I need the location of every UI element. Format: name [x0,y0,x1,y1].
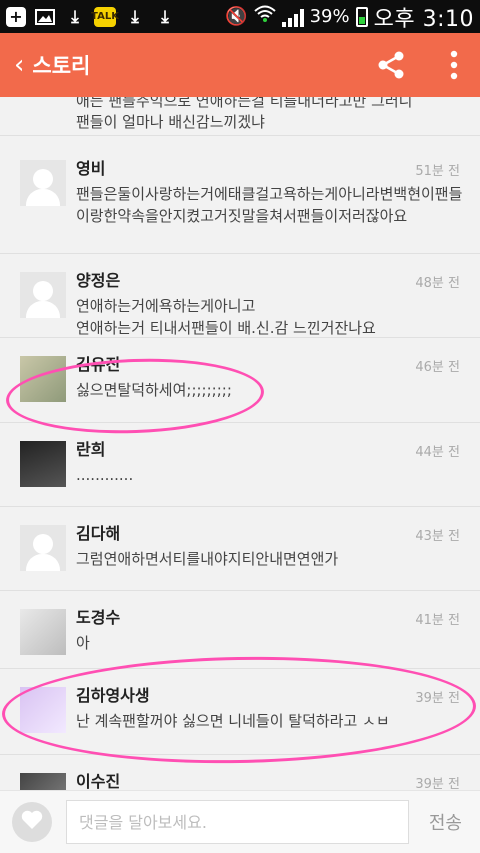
share-icon[interactable] [376,50,406,80]
comment-time: 41분 전 [415,613,460,628]
comment-item: 이수진 39분 전 [0,755,480,790]
wifi-icon [253,5,276,28]
notification-icons: + ⤓ TALK ⤓ ⤓ [6,6,176,28]
comment-author[interactable]: 도경수 [76,607,464,629]
comment-time: 51분 전 [415,164,460,179]
comment-input-bar: 전송 [0,790,480,853]
signal-icon [281,7,304,27]
download-icon: ⤓ [161,6,169,27]
comment-text: 싫으면탈덕하세여;;;;;;;;; [76,381,232,399]
status-bar: + ⤓ TALK ⤓ ⤓ 🔇 39% 오후 3:10 [0,0,480,33]
app-bar: ‹ 스토리 [0,33,480,97]
more-vert-icon[interactable] [450,50,458,80]
app-bar-actions [376,50,458,80]
comment-author[interactable]: 김하영사생 [76,685,464,707]
avatar[interactable] [20,441,66,487]
system-status: 🔇 39% 오후 3:10 [225,1,474,33]
comment-input[interactable] [66,800,409,844]
download-icon: ⤓ [131,6,139,27]
comment-text: 팬들은둘이사랑하는거에태클걸고욕하는게아니라변백현이팬들이랑한약속을안지켰고거짓… [76,185,463,225]
comment-item: 란희 44분 전 ............ [0,423,480,507]
comment-item: 김유진 46분 전 싫으면탈덕하세여;;;;;;;;; [0,338,480,423]
kakaotalk-icon: TALK [91,6,119,27]
avatar[interactable] [20,687,66,733]
send-button[interactable]: 전송 [423,809,468,835]
comment-time: 44분 전 [415,445,460,460]
mute-icon: 🔇 [225,6,248,27]
comment-item: 도경수 41분 전 아 [0,591,480,669]
comment-item: 양정은 48분 전 연애하는거에욕하는게아니고 연애하는거 티내서팬들이 배.신… [0,254,480,338]
comment-author[interactable]: 양정은 [76,270,464,292]
avatar[interactable] [20,525,66,571]
comment-text: 아 [76,634,90,652]
back-button[interactable]: ‹ 스토리 [14,50,90,80]
comment-list[interactable]: 애는 팬들주익으로 연애하는걸 티를내더라고만 그러니 팬들이 얼마나 배신감느… [0,97,480,790]
comment-author[interactable]: 영비 [76,158,464,180]
download-icon: ⤓ [71,6,79,27]
comment-time: 39분 전 [415,777,460,790]
avatar[interactable] [20,160,66,206]
comment-text-line: 팬들이 얼마나 배신감느끼겠냐 [76,113,265,131]
page-title: 스토리 [32,54,91,78]
avatar[interactable] [20,356,66,402]
comment-item: 김하영사생 39분 전 난 계속팬할꺼야 싫으면 니네들이 탈덕하라고 ㅅㅂ [0,669,480,755]
partial-comment: 애는 팬들주익으로 연애하는걸 티를내더라고만 그러니 팬들이 얼마나 배신감느… [0,97,480,136]
comment-time: 39분 전 [415,691,460,706]
comment-author[interactable]: 이수진 [76,771,464,790]
comment-time: 43분 전 [415,529,460,544]
avatar[interactable] [20,272,66,318]
comment-text-line: 애는 팬들주익으로 연애하는걸 티를내더라고만 그러니 [76,97,413,110]
comment-time: 46분 전 [415,360,460,375]
comment-item: 영비 51분 전 팬들은둘이사랑하는거에태클걸고욕하는게아니라변백현이팬들이랑한… [0,142,480,254]
comment-author[interactable]: 김다해 [76,523,464,545]
avatar[interactable] [20,773,66,790]
battery-percent: 39% [309,6,350,27]
image-icon [34,6,56,28]
comment-text: ............ [76,466,134,484]
battery-icon [355,6,368,27]
add-icon: + [6,6,26,27]
avatar[interactable] [20,609,66,655]
heart-icon [21,810,43,834]
like-button[interactable] [12,802,52,842]
comment-item: 김다해 43분 전 그럼연애하면서티를내야지티안내면연앤가 [0,507,480,591]
comment-text: 그럼연애하면서티를내야지티안내면연앤가 [76,550,339,568]
clock: 오후 3:10 [373,6,474,32]
comment-author[interactable]: 김유진 [76,354,464,376]
comment-time: 48분 전 [415,276,460,291]
comment-text: 난 계속팬할꺼야 싫으면 니네들이 탈덕하라고 ㅅㅂ [76,712,390,730]
back-chevron-icon: ‹ [14,50,25,80]
comment-author[interactable]: 란희 [76,439,464,461]
comment-text: 연애하는거에욕하는게아니고 연애하는거 티내서팬들이 배.신.감 느낀거잔나요 [76,297,376,337]
